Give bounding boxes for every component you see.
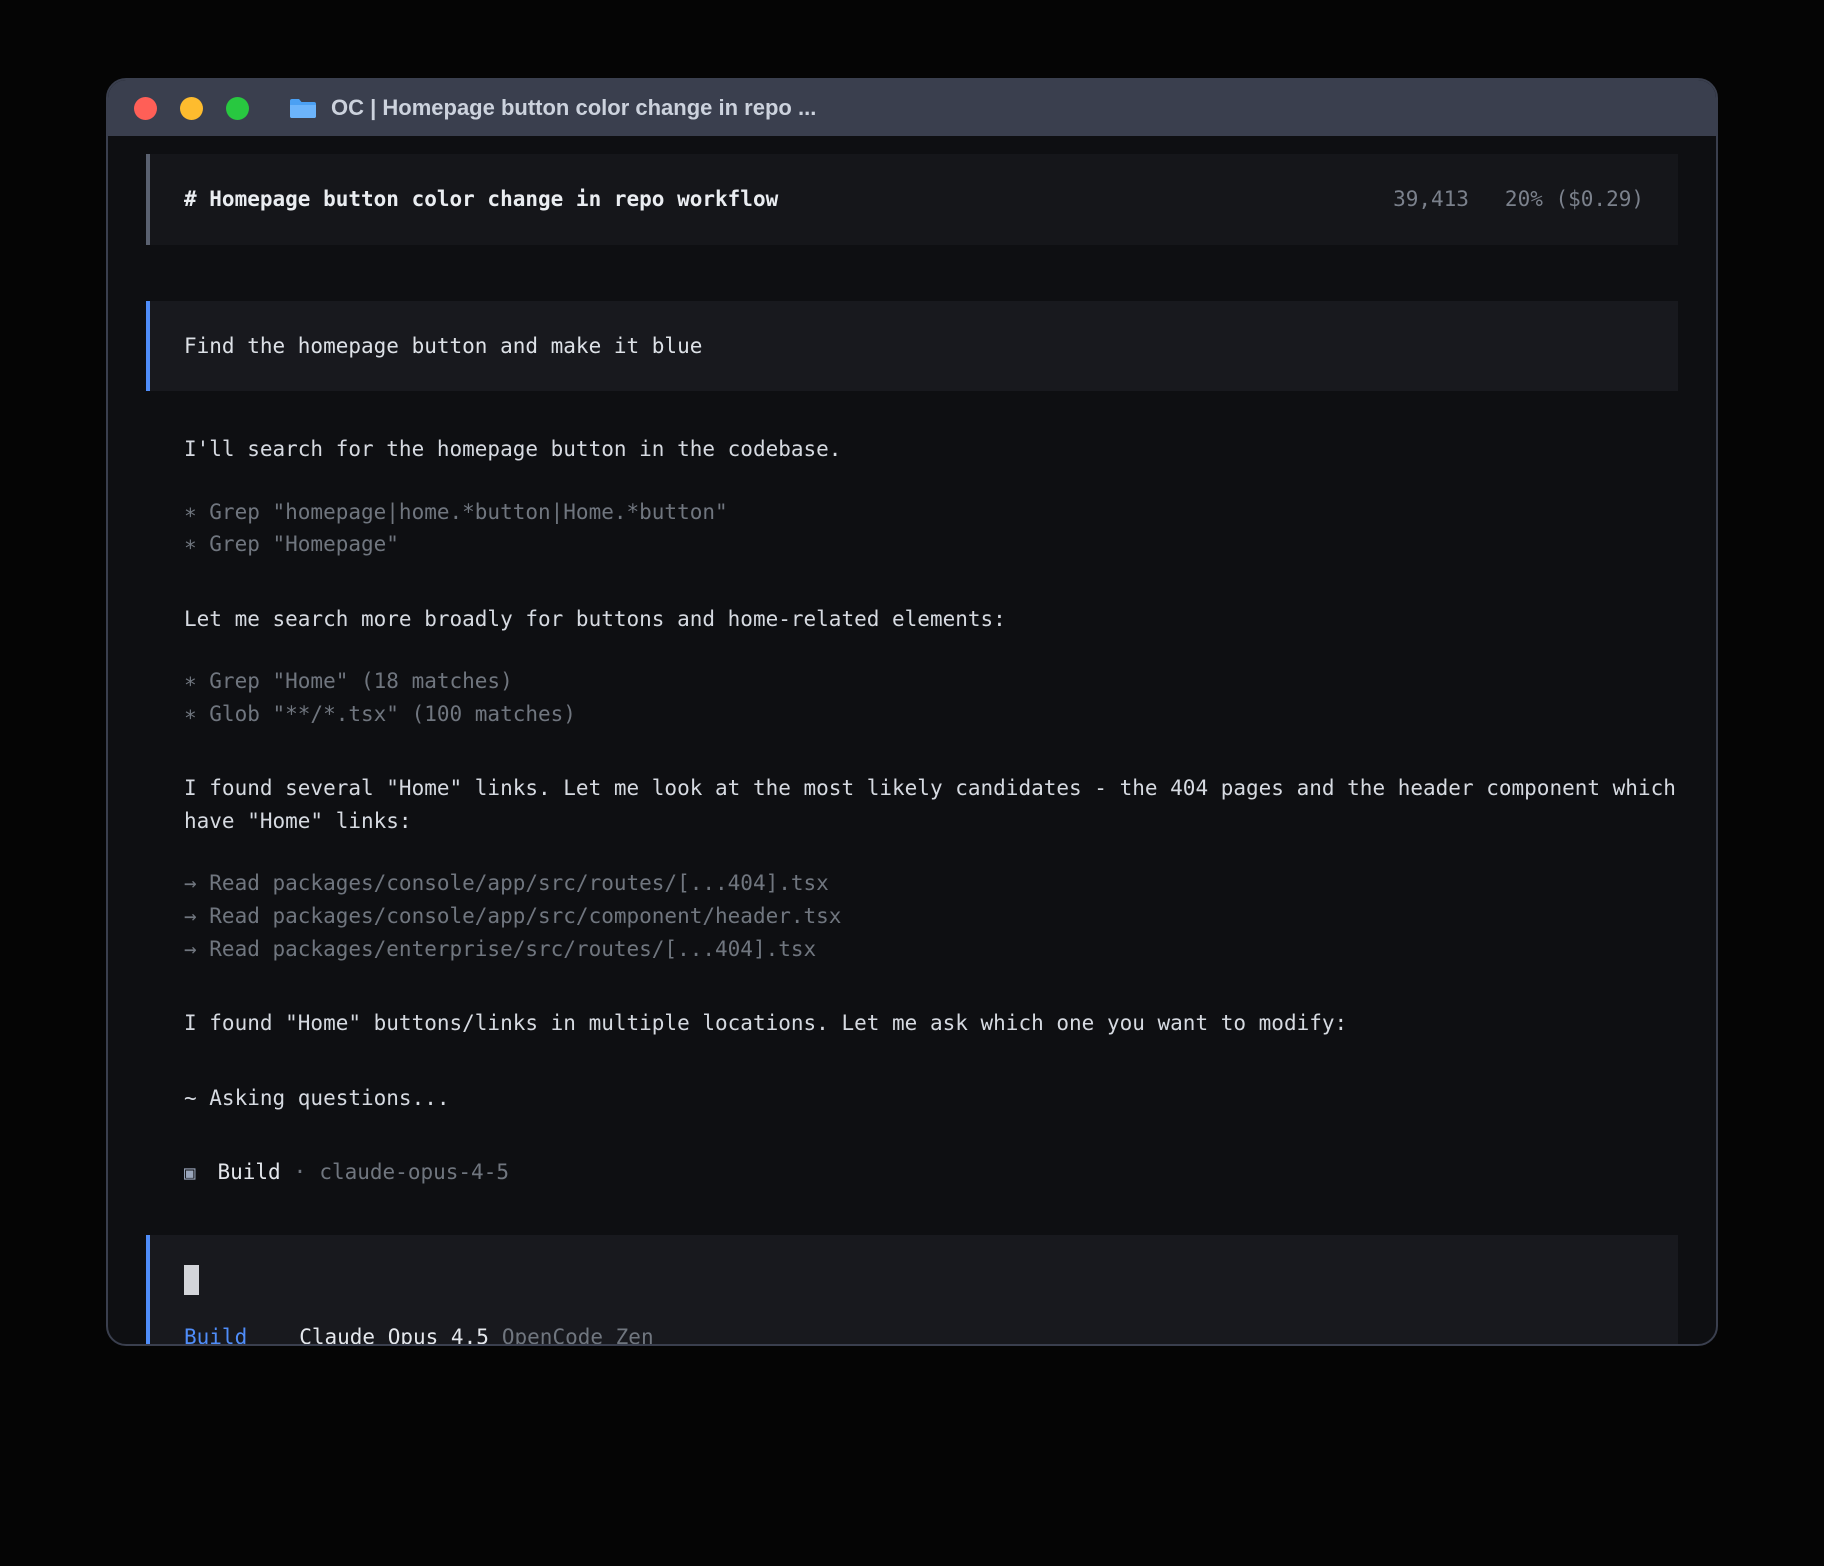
folder-icon (289, 97, 317, 119)
input-model-label[interactable]: Claude Opus 4.5 (299, 1321, 489, 1344)
context-cost: 20% ($0.29) (1505, 183, 1644, 216)
title-bar: OC | Homepage button color change in rep… (108, 80, 1716, 136)
tool-call-read: → Read packages/enterprise/src/routes/[.… (184, 933, 1678, 966)
tool-call-group: → Read packages/console/app/src/routes/[… (184, 867, 1678, 965)
tool-call-grep: ∗ Grep "Homepage" (184, 528, 1678, 561)
tool-call-read: → Read packages/console/app/src/componen… (184, 900, 1678, 933)
assistant-message: Let me search more broadly for buttons a… (184, 603, 1678, 636)
terminal-content: # Homepage button color change in repo w… (108, 136, 1716, 1344)
assistant-message: I'll search for the homepage button in t… (184, 433, 1678, 466)
assistant-message: I found "Home" buttons/links in multiple… (184, 1007, 1678, 1040)
minimize-button[interactable] (180, 97, 203, 120)
assistant-transcript: I'll search for the homepage button in t… (146, 391, 1678, 1189)
traffic-lights (134, 97, 249, 120)
terminal-window: OC | Homepage button color change in rep… (106, 78, 1718, 1346)
text-cursor (184, 1265, 199, 1295)
asking-questions-status: ~ Asking questions... (184, 1082, 1678, 1115)
zoom-button[interactable] (226, 97, 249, 120)
session-title: # Homepage button color change in repo w… (184, 183, 778, 216)
agent-model: claude-opus-4-5 (319, 1156, 509, 1189)
tool-call-read: → Read packages/console/app/src/routes/[… (184, 867, 1678, 900)
assistant-message: I found several "Home" links. Let me loo… (184, 772, 1678, 837)
tool-call-grep: ∗ Grep "Home" (18 matches) (184, 665, 1678, 698)
tool-call-group: ∗ Grep "Home" (18 matches) ∗ Glob "**/*.… (184, 665, 1678, 730)
agent-badge: ▣ Build · claude-opus-4-5 (184, 1156, 1678, 1189)
tool-call-group: ∗ Grep "homepage|home.*button|Home.*butt… (184, 496, 1678, 561)
input-provider-label: OpenCode Zen (502, 1321, 654, 1344)
token-count: 39,413 (1393, 183, 1469, 216)
agent-mode-icon: ▣ (184, 1159, 195, 1188)
agent-separator: · (294, 1156, 307, 1189)
close-button[interactable] (134, 97, 157, 120)
input-agent-label[interactable]: Build (184, 1321, 247, 1344)
window-title: OC | Homepage button color change in rep… (331, 95, 816, 121)
session-stats: 39,413 20% ($0.29) (1393, 183, 1644, 216)
prompt-input[interactable]: Build Claude Opus 4.5 OpenCode Zen (146, 1235, 1678, 1344)
tool-call-grep: ∗ Grep "homepage|home.*button|Home.*butt… (184, 496, 1678, 529)
agent-name: Build (217, 1156, 280, 1189)
user-message-text: Find the homepage button and make it blu… (184, 334, 702, 358)
session-header: # Homepage button color change in repo w… (146, 154, 1678, 245)
tool-call-glob: ∗ Glob "**/*.tsx" (100 matches) (184, 698, 1678, 731)
user-message: Find the homepage button and make it blu… (146, 301, 1678, 392)
input-meta-row: Build Claude Opus 4.5 OpenCode Zen (184, 1321, 1644, 1344)
